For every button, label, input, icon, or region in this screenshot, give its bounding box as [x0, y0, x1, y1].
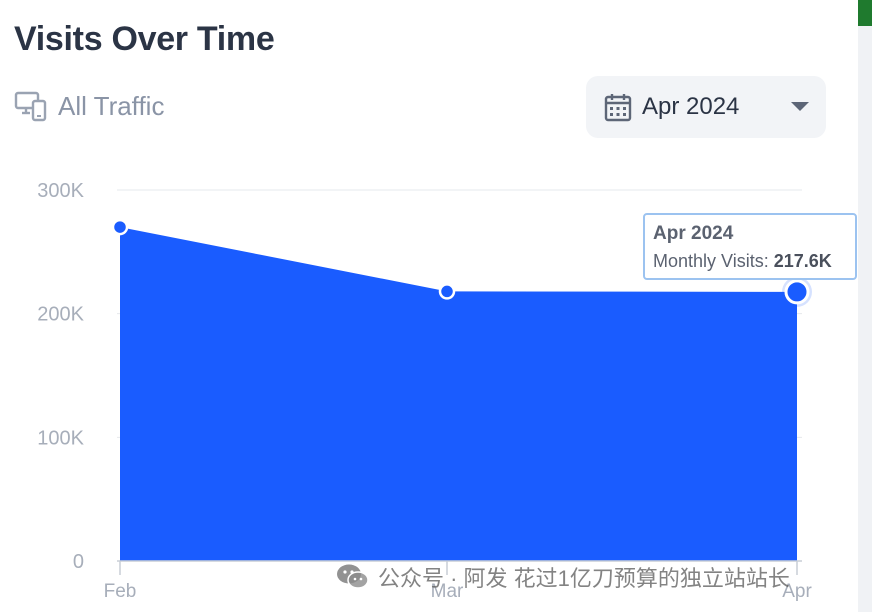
chart-tooltip: Apr 2024 Monthly Visits: 217.6K [643, 213, 857, 280]
y-tick-label: 200K [37, 304, 84, 326]
visits-area-chart: 0100K200K300KFeb Mar Apr [37, 180, 812, 602]
scrollbar-track[interactable] [858, 0, 872, 612]
data-point [111, 218, 129, 236]
x-tick-label: Feb [104, 581, 137, 602]
wechat-icon [337, 564, 369, 589]
tooltip-title: Apr 2024 [653, 223, 734, 244]
tooltip-metric-label: Monthly Visits: [653, 251, 769, 271]
tooltip-metric: Monthly Visits: 217.6K [653, 251, 847, 272]
tooltip-metric-value: 217.6K [773, 251, 832, 271]
data-point [438, 283, 456, 300]
scrollbar-thumb[interactable] [858, 0, 872, 26]
watermark-text: 公众号 · 阿发 花过1亿刀预算的独立站站长 [378, 566, 790, 591]
y-tick-label: 300K [37, 180, 84, 202]
y-tick-label: 0 [73, 551, 84, 573]
y-tick-label: 100K [37, 427, 84, 449]
watermark: 公众号 · 阿发 花过1亿刀预算的独立站站长 [336, 562, 790, 592]
data-point [784, 279, 810, 305]
